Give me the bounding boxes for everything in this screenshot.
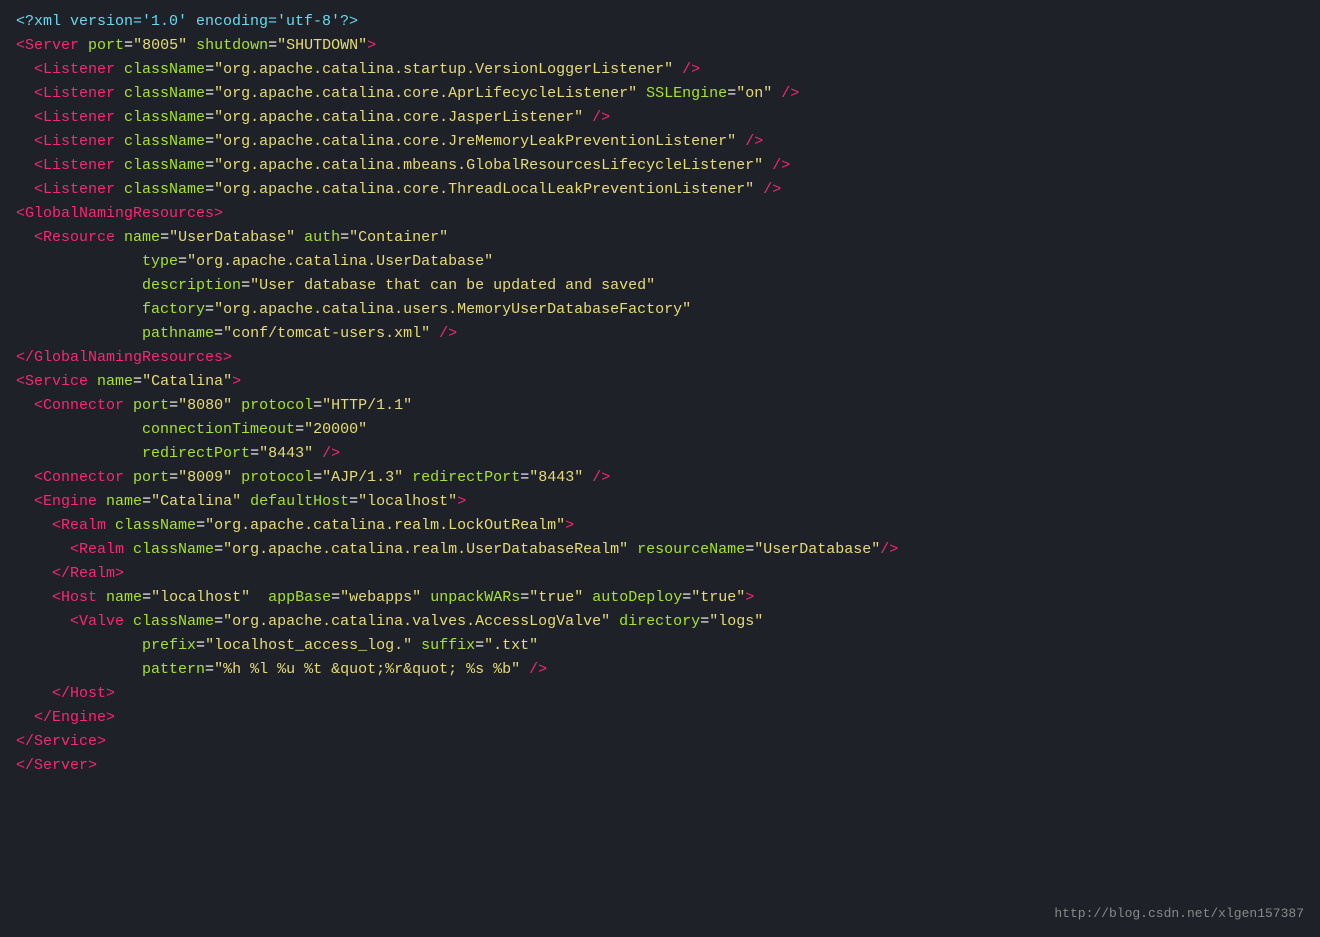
code-line: connectionTimeout="20000" [16,418,1304,442]
code-line: </Server> [16,754,1304,778]
code-line: pathname="conf/tomcat-users.xml" /> [16,322,1304,346]
code-line: <Listener className="org.apache.catalina… [16,82,1304,106]
code-line: </Realm> [16,562,1304,586]
code-line: type="org.apache.catalina.UserDatabase" [16,250,1304,274]
code-line: <?xml version='1.0' encoding='utf-8'?> [16,10,1304,34]
code-block: <?xml version='1.0' encoding='utf-8'?><S… [16,10,1304,778]
code-line: <Valve className="org.apache.catalina.va… [16,610,1304,634]
code-line: <Listener className="org.apache.catalina… [16,154,1304,178]
code-line: <Server port="8005" shutdown="SHUTDOWN"> [16,34,1304,58]
code-line: </Engine> [16,706,1304,730]
code-line: </Service> [16,730,1304,754]
code-line: </GlobalNamingResources> [16,346,1304,370]
code-line: <Realm className="org.apache.catalina.re… [16,514,1304,538]
code-line: <Realm className="org.apache.catalina.re… [16,538,1304,562]
code-line: <Listener className="org.apache.catalina… [16,130,1304,154]
code-line: <Connector port="8080" protocol="HTTP/1.… [16,394,1304,418]
code-line: description="User database that can be u… [16,274,1304,298]
code-line: prefix="localhost_access_log." suffix=".… [16,634,1304,658]
code-line: pattern="%h %l %u %t &quot;%r&quot; %s %… [16,658,1304,682]
code-line: <GlobalNamingResources> [16,202,1304,226]
code-line: <Connector port="8009" protocol="AJP/1.3… [16,466,1304,490]
code-line: <Engine name="Catalina" defaultHost="loc… [16,490,1304,514]
code-line: <Service name="Catalina"> [16,370,1304,394]
code-line: redirectPort="8443" /> [16,442,1304,466]
code-line: <Listener className="org.apache.catalina… [16,106,1304,130]
code-line: <Resource name="UserDatabase" auth="Cont… [16,226,1304,250]
code-line: <Host name="localhost" appBase="webapps"… [16,586,1304,610]
code-container: <?xml version='1.0' encoding='utf-8'?><S… [0,0,1320,937]
code-line: </Host> [16,682,1304,706]
code-line: <Listener className="org.apache.catalina… [16,58,1304,82]
watermark: http://blog.csdn.net/xlgen157387 [1054,904,1304,925]
code-line: <Listener className="org.apache.catalina… [16,178,1304,202]
code-line: factory="org.apache.catalina.users.Memor… [16,298,1304,322]
